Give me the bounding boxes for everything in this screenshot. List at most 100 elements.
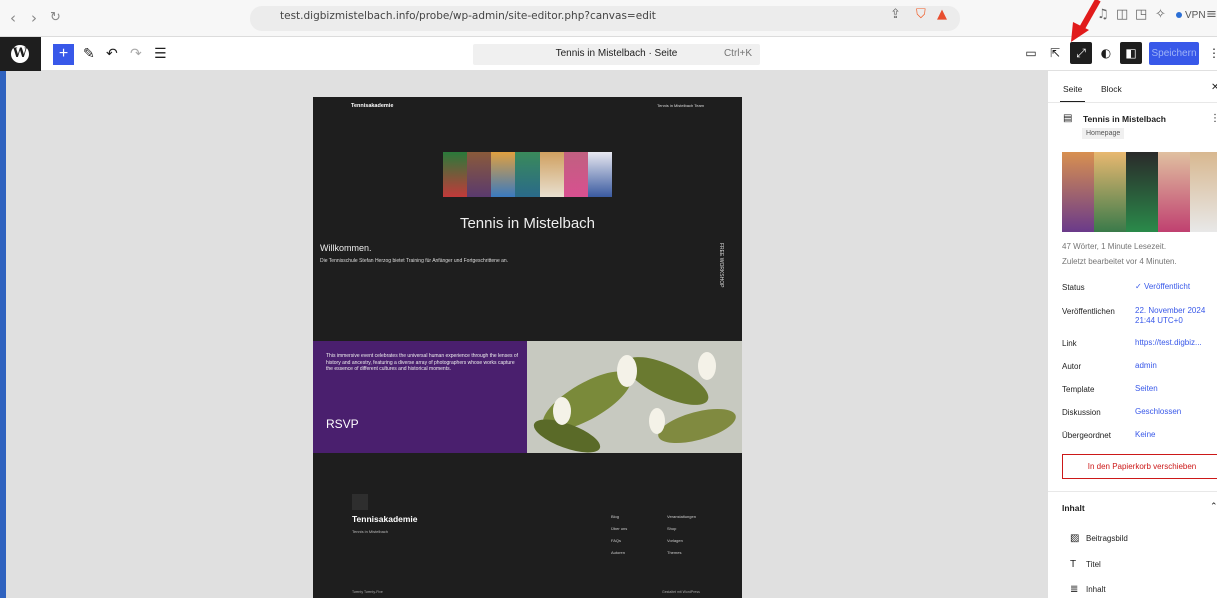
footer-links-col1[interactable]: Blog Über uns FAQs Autoren: [611, 511, 627, 559]
plus-icon: +: [58, 45, 69, 62]
command-palette-button[interactable]: Tennis in Mistelbach · Seite Ctrl+K: [473, 44, 760, 65]
paragraph-icon: ≣: [1070, 584, 1079, 595]
footer-logo[interactable]: [352, 494, 368, 510]
parent-value[interactable]: Keine: [1135, 430, 1155, 440]
homepage-badge: Homepage: [1082, 128, 1125, 139]
page-title: Tennis in Mistelbach: [1083, 114, 1166, 124]
footer-link[interactable]: Shop: [667, 523, 696, 535]
block-inserter-button[interactable]: +: [53, 44, 74, 65]
template-label: Template: [1062, 385, 1095, 394]
red-arrow-annotation: [1071, 0, 1101, 42]
author-label: Autor: [1062, 362, 1082, 371]
rsvp-heading[interactable]: RSVP: [326, 417, 359, 431]
options-icon[interactable]: ⋮: [1203, 42, 1217, 64]
zoom-out-icon[interactable]: ⤢: [1070, 42, 1092, 64]
vpn-label: VPN: [1185, 10, 1206, 21]
vertical-label[interactable]: FREE WORKSHOP: [718, 243, 724, 287]
discussion-label: Diskussion: [1062, 408, 1101, 417]
footer-link[interactable]: Blog: [611, 511, 627, 523]
event-section[interactable]: This immersive event celebrates the univ…: [313, 341, 527, 453]
divider: [1048, 491, 1217, 492]
content-item-content[interactable]: ≣ Inhalt: [1070, 584, 1106, 595]
footer-site-name[interactable]: Tennisakademie: [352, 514, 418, 524]
tab-icon[interactable]: ◳: [1135, 7, 1147, 22]
footer-credit-left[interactable]: Twenty Twenty-Five: [352, 590, 383, 594]
brave-shield-icon[interactable]: ⛉: [916, 7, 926, 22]
content-item-label: Beitragsbild: [1086, 534, 1128, 543]
wordpress-icon: W: [9, 43, 31, 65]
pencil-icon[interactable]: ✎: [83, 44, 95, 64]
footer-credit-right[interactable]: Gestaltet mit WordPress: [662, 590, 700, 594]
document-overview-icon[interactable]: ☰: [154, 44, 167, 64]
page-icon: ▤: [1063, 113, 1073, 124]
header-gallery-image[interactable]: [443, 152, 612, 197]
menu-icon[interactable]: ≡: [1206, 7, 1217, 22]
rewards-icon[interactable]: ▲: [937, 7, 947, 22]
tab-page[interactable]: Seite: [1059, 84, 1086, 103]
document-title: Tennis in Mistelbach · Seite: [555, 48, 678, 59]
view-page-icon[interactable]: ⇱: [1044, 42, 1066, 64]
author-value[interactable]: admin: [1135, 361, 1157, 371]
image-icon: ▨: [1070, 533, 1080, 544]
content-item-label: Inhalt: [1086, 585, 1106, 594]
redo-icon[interactable]: ↷: [130, 44, 142, 64]
url-text[interactable]: test.digbizmistelbach.info/probe/wp-admi…: [280, 10, 656, 22]
extensions-icon[interactable]: ✧: [1155, 7, 1166, 22]
check-circle-icon: ✓: [1135, 282, 1144, 291]
vpn-dot-icon: [1176, 12, 1182, 18]
undo-icon[interactable]: ↶: [106, 44, 118, 64]
site-title[interactable]: Tennisakademie: [351, 103, 393, 109]
shortcut-hint: Ctrl+K: [723, 48, 752, 59]
save-button[interactable]: Speichern: [1149, 42, 1199, 65]
page-actions-icon[interactable]: ⋮: [1210, 113, 1217, 124]
event-text[interactable]: This immersive event celebrates the univ…: [326, 353, 521, 373]
publish-label: Veröffentlichen: [1062, 307, 1115, 316]
back-icon[interactable]: ‹: [10, 9, 16, 27]
template-value[interactable]: Seiten: [1135, 384, 1158, 394]
welcome-heading[interactable]: Willkommen.: [320, 243, 372, 253]
welcome-text[interactable]: Die Tennisschule Stefan Herzog bietet Tr…: [320, 258, 508, 264]
link-value[interactable]: https://test.digbiz...: [1135, 338, 1202, 348]
wordpress-logo-button[interactable]: W: [0, 37, 41, 71]
settings-panel-icon[interactable]: ◧: [1120, 42, 1142, 64]
share-icon[interactable]: ⇪: [890, 7, 901, 22]
footer-links-col2[interactable]: Veranstaltungen Shop Vorlagen Themes: [667, 511, 696, 559]
content-item-title[interactable]: T Titel: [1070, 559, 1101, 570]
reload-icon[interactable]: ↻: [50, 10, 61, 25]
status-label: Status: [1062, 283, 1085, 292]
footer-link[interactable]: Autoren: [611, 547, 627, 559]
trash-button[interactable]: In den Papierkorb verschieben: [1062, 454, 1217, 479]
settings-sidebar: Seite Block ✕ ▤ Tennis in Mistelbach ⋮ H…: [1047, 71, 1217, 598]
chevron-up-icon[interactable]: ⌃: [1210, 501, 1217, 512]
address-bar[interactable]: test.digbizmistelbach.info/probe/wp-admi…: [250, 6, 960, 31]
title-icon: T: [1070, 559, 1077, 570]
site-navigation[interactable]: Tennis in Mistelbach Team: [657, 103, 704, 108]
featured-image[interactable]: [1062, 152, 1217, 232]
vpn-button[interactable]: VPN: [1176, 10, 1206, 21]
status-value[interactable]: ✓ Veröffentlicht: [1135, 282, 1190, 292]
status-value-text: Veröffentlicht: [1143, 282, 1191, 291]
content-item-label: Titel: [1086, 560, 1101, 569]
page-heading[interactable]: Tennis in Mistelbach: [313, 215, 742, 232]
publish-date[interactable]: 22. November 2024 21:44 UTC+0: [1135, 306, 1213, 326]
footer-link[interactable]: Vorlagen: [667, 535, 696, 547]
footer-link[interactable]: Veranstaltungen: [667, 511, 696, 523]
tab-block[interactable]: Block: [1101, 84, 1122, 94]
page-preview[interactable]: Tennisakademie Tennis in Mistelbach Team…: [313, 97, 742, 598]
parent-label: Übergeordnet: [1062, 431, 1111, 440]
flower-image[interactable]: [527, 341, 742, 453]
content-item-featured-image[interactable]: ▨ Beitragsbild: [1070, 533, 1128, 544]
discussion-value[interactable]: Geschlossen: [1135, 407, 1181, 417]
footer-link[interactable]: Themes: [667, 547, 696, 559]
footer-link[interactable]: FAQs: [611, 535, 627, 547]
word-count: 47 Wörter, 1 Minute Lesezeit.: [1062, 242, 1167, 251]
content-panel-heading[interactable]: Inhalt: [1062, 503, 1085, 513]
device-preview-icon[interactable]: ▭: [1020, 42, 1042, 64]
footer-link[interactable]: Über uns: [611, 523, 627, 535]
close-icon[interactable]: ✕: [1211, 82, 1217, 93]
last-edited: Zuletzt bearbeitet vor 4 Minuten.: [1062, 257, 1177, 266]
footer-tagline[interactable]: Tennis in Mistelbach: [352, 529, 388, 534]
styles-icon[interactable]: ◐: [1095, 42, 1117, 64]
forward-icon[interactable]: ›: [31, 9, 37, 27]
divider: [1048, 102, 1217, 103]
